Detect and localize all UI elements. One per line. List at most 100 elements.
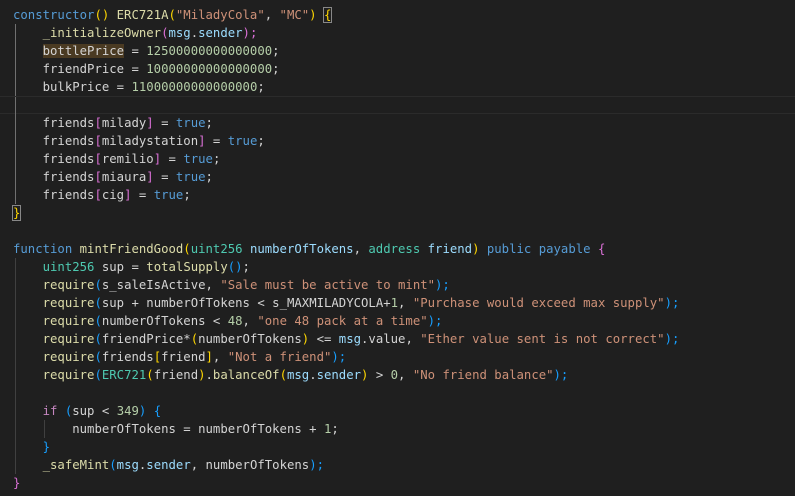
bracket: (	[94, 332, 102, 346]
punctuation: ,	[212, 350, 228, 364]
code-line[interactable]: friends[miladystation] = true;	[0, 132, 795, 150]
number-literal: 11000000000000000	[131, 80, 258, 94]
operator: +	[124, 296, 147, 310]
variable: friendPrice	[101, 332, 184, 346]
operator: =	[161, 152, 184, 166]
operator: =	[124, 44, 147, 58]
indent-guide	[15, 24, 16, 42]
bracket: }	[42, 440, 51, 454]
keyword: true	[153, 188, 184, 202]
punctuation: ;	[212, 152, 221, 166]
bracket: (	[109, 458, 117, 472]
function-call: require	[42, 278, 95, 292]
selected-variable: bottlePrice	[42, 44, 125, 58]
bracket: ]	[205, 350, 213, 364]
variable: sup	[101, 260, 125, 274]
code-line[interactable]: require(s_saleIsActive, "Sale must be ac…	[0, 276, 795, 294]
code-line[interactable]: require(numberOfTokens < 48, "one 48 pac…	[0, 312, 795, 330]
bracket: [	[94, 170, 102, 184]
variable: bulkPrice	[42, 80, 110, 94]
number-literal: 10000000000000000	[146, 62, 273, 76]
matched-brace: }	[11, 205, 22, 221]
string-literal: "Ether value sent is not correct"	[420, 332, 665, 346]
bracket: {	[597, 242, 606, 256]
punctuation: ,	[398, 296, 413, 310]
variable: friends	[42, 116, 95, 130]
code-editor[interactable]: constructor() ERC721A("MiladyCola", "MC"…	[0, 0, 795, 496]
code-line[interactable]: require(friends[friend], "Not a friend")…	[0, 348, 795, 366]
function-call: _initializeOwner	[42, 26, 162, 40]
code-line[interactable]: friendPrice = 10000000000000000;	[0, 60, 795, 78]
operator: >	[368, 368, 391, 382]
number-literal: 0	[390, 368, 399, 382]
bracket: (	[94, 278, 102, 292]
operator: =	[153, 170, 176, 184]
code-line[interactable]: friends[remilio] = true;	[0, 150, 795, 168]
keyword: true	[227, 134, 258, 148]
variable: numberOfTokens	[205, 458, 310, 472]
punctuation: ;	[242, 260, 250, 274]
indent-guide	[15, 132, 16, 150]
code-line[interactable]: constructor() ERC721A("MiladyCola", "MC"…	[0, 6, 795, 24]
bracket: );	[664, 332, 680, 346]
bracket: [	[94, 188, 102, 202]
code-line[interactable]: friends[milady] = true;	[0, 114, 795, 132]
bracket: (	[94, 296, 102, 310]
variable: s_saleIsActive	[101, 278, 206, 292]
current-line[interactable]	[0, 96, 795, 115]
code-line[interactable]: uint256 sup = totalSupply();	[0, 258, 795, 276]
code-line[interactable]: friends[miaura] = true;	[0, 168, 795, 186]
variable: friendPrice	[42, 62, 125, 76]
indent-guide	[15, 258, 16, 276]
bracket: (	[94, 368, 102, 382]
code-line[interactable]: _safeMint(msg.sender, numberOfTokens);	[0, 456, 795, 474]
variable: friends	[42, 170, 95, 184]
bracket: ]	[146, 116, 154, 130]
code-line[interactable]: _initializeOwner(msg.sender);	[0, 24, 795, 42]
code-line[interactable]: }	[0, 204, 795, 222]
code-line[interactable]: }	[0, 438, 795, 456]
code-line[interactable]: require(ERC721(friend).balanceOf(msg.sen…	[0, 366, 795, 384]
punctuation: ,	[190, 458, 206, 472]
code-line[interactable]: require(friendPrice*(numberOfTokens) <= …	[0, 330, 795, 348]
code-line[interactable]: bulkPrice = 11000000000000000;	[0, 78, 795, 96]
bracket: [	[94, 116, 102, 130]
punctuation: ;	[331, 422, 339, 436]
string-literal: "MC"	[279, 8, 310, 22]
code-line[interactable]: numberOfTokens = numberOfTokens + 1;	[0, 420, 795, 438]
operator: <	[249, 296, 273, 310]
code-line[interactable]: bottlePrice = 12500000000000000;	[0, 42, 795, 60]
function-call: require	[42, 350, 95, 364]
variable: numberOfTokens	[198, 422, 302, 436]
code-line[interactable]: if (sup < 349) {	[0, 402, 795, 420]
bracket: (	[168, 8, 176, 22]
punctuation: .	[309, 368, 317, 382]
indent-guide	[15, 366, 16, 384]
code-line[interactable]: friends[cig] = true;	[0, 186, 795, 204]
number-literal: 349	[116, 404, 139, 418]
code-line[interactable]	[0, 222, 795, 240]
punctuation: ,	[353, 242, 369, 256]
code-line[interactable]: require(sup + numberOfTokens < s_MAXMILA…	[0, 294, 795, 312]
type: ERC721	[101, 368, 147, 382]
string-literal: "Not a friend"	[227, 350, 332, 364]
variable: friend	[153, 368, 199, 382]
type: uint256	[42, 260, 95, 274]
variable: numberOfTokens	[198, 332, 302, 346]
punctuation: ,	[398, 368, 413, 382]
function-call: require	[42, 314, 95, 328]
indent-guide	[15, 60, 16, 78]
indent-guide	[15, 114, 16, 132]
punctuation: ,	[264, 8, 280, 22]
code-line[interactable]	[0, 384, 795, 402]
indent-guide	[15, 150, 16, 168]
operator: =	[124, 62, 147, 76]
bracket: (	[94, 350, 102, 364]
bracket: )	[198, 368, 206, 382]
indent-guide	[15, 186, 16, 204]
indent-guide	[15, 97, 16, 115]
code-line[interactable]: }	[0, 474, 795, 492]
operator: =	[131, 188, 154, 202]
variable: sup	[72, 404, 95, 418]
code-line[interactable]: function mintFriendGood(uint256 numberOf…	[0, 240, 795, 258]
